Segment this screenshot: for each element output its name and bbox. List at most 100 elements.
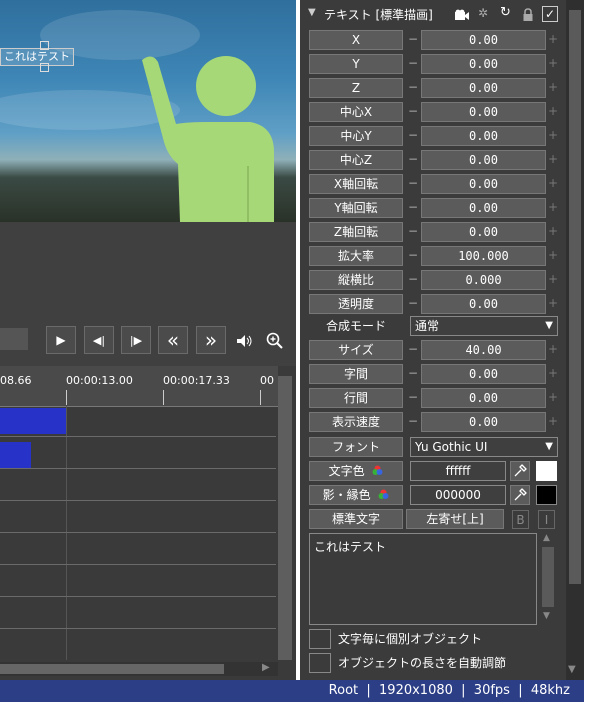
increment-icon[interactable]: + [546, 340, 560, 360]
param-label-button[interactable]: 透明度 [309, 294, 403, 314]
effect-icon[interactable]: ✲ [478, 6, 488, 20]
collapse-arrow-icon[interactable]: ▼ [308, 7, 316, 18]
text-style-button[interactable]: 標準文字 [309, 509, 403, 529]
decrement-icon[interactable]: − [407, 340, 419, 360]
param-value-field[interactable]: 0.00 [421, 102, 546, 122]
decrement-icon[interactable]: − [407, 174, 419, 194]
preview-text-overlay[interactable]: これはテスト [0, 48, 74, 66]
timeline-ruler[interactable]: 08.66 00:00:13.00 00:00:17.33 00 [0, 366, 278, 407]
increment-icon[interactable]: + [546, 126, 560, 146]
param-value-field[interactable]: 100.000 [421, 246, 546, 266]
increment-icon[interactable]: + [546, 54, 560, 74]
font-select[interactable]: Yu Gothic UI ▼ [410, 437, 558, 457]
shadow-color-input[interactable]: 000000 [410, 485, 506, 505]
scrollbar-thumb[interactable] [0, 664, 224, 674]
decrement-icon[interactable]: − [407, 30, 419, 50]
enable-checkbox[interactable]: ✓ [542, 6, 558, 22]
timeline-horizontal-scrollbar[interactable]: ▶ [0, 662, 278, 676]
decrement-icon[interactable]: − [407, 388, 419, 408]
param-label-button[interactable]: Z [309, 78, 403, 98]
param-value-field[interactable]: 0.00 [421, 78, 546, 98]
play-button[interactable]: ▶ [46, 326, 76, 354]
textarea-scrollbar[interactable]: ▲ ▼ [541, 533, 555, 625]
rewind-button[interactable]: « [158, 326, 188, 354]
resize-handle[interactable] [40, 63, 49, 72]
scrollbar-thumb[interactable] [542, 547, 554, 607]
param-label-button[interactable]: 表示速度 [309, 412, 403, 432]
param-label-button[interactable]: 行間 [309, 388, 403, 408]
volume-icon[interactable] [236, 334, 254, 348]
param-value-field[interactable]: 0.00 [421, 294, 546, 314]
scroll-right-arrow-icon[interactable]: ▶ [262, 662, 270, 673]
font-button[interactable]: フォント [309, 437, 403, 457]
shadow-color-swatch[interactable] [536, 485, 557, 505]
text-color-button[interactable]: 文字色 [309, 461, 403, 481]
param-label-button[interactable]: 中心X [309, 102, 403, 122]
per-char-object-checkbox[interactable] [309, 629, 331, 649]
param-value-field[interactable]: 0.00 [421, 412, 546, 432]
increment-icon[interactable]: + [546, 174, 560, 194]
decrement-icon[interactable]: − [407, 270, 419, 290]
param-value-field[interactable]: 0.00 [421, 198, 546, 218]
camera-icon[interactable] [454, 9, 470, 21]
increment-icon[interactable]: + [546, 246, 560, 266]
decrement-icon[interactable]: − [407, 364, 419, 384]
param-value-field[interactable]: 0.00 [421, 364, 546, 384]
increment-icon[interactable]: + [546, 30, 560, 50]
timeline-vertical-scrollbar[interactable] [278, 376, 292, 660]
increment-icon[interactable]: + [546, 102, 560, 122]
decrement-icon[interactable]: − [407, 54, 419, 74]
param-label-button[interactable]: X [309, 30, 403, 50]
param-label-button[interactable]: Y軸回転 [309, 198, 403, 218]
auto-length-checkbox[interactable] [309, 653, 331, 673]
decrement-icon[interactable]: − [407, 198, 419, 218]
panel-scrollbar-thumb[interactable] [569, 10, 581, 584]
decrement-icon[interactable]: − [407, 412, 419, 432]
increment-icon[interactable]: + [546, 270, 560, 290]
param-label-button[interactable]: 拡大率 [309, 246, 403, 266]
shadow-color-button[interactable]: 影・縁色 [309, 485, 403, 505]
resize-handle[interactable] [40, 41, 49, 50]
forward-button[interactable]: » [196, 326, 226, 354]
param-value-field[interactable]: 0.000 [421, 270, 546, 290]
timeline-clip[interactable] [0, 408, 66, 434]
eyedropper-icon[interactable] [510, 461, 530, 481]
param-value-field[interactable]: 0.00 [421, 126, 546, 146]
decrement-icon[interactable]: − [407, 222, 419, 242]
decrement-icon[interactable]: − [407, 78, 419, 98]
param-value-field[interactable]: 0.00 [421, 174, 546, 194]
param-label-button[interactable]: X軸回転 [309, 174, 403, 194]
param-label-button[interactable]: 中心Y [309, 126, 403, 146]
param-label-button[interactable]: サイズ [309, 340, 403, 360]
param-value-field[interactable]: 0.00 [421, 150, 546, 170]
decrement-icon[interactable]: − [407, 246, 419, 266]
decrement-icon[interactable]: − [407, 294, 419, 314]
bold-button[interactable]: B [512, 510, 529, 529]
increment-icon[interactable]: + [546, 78, 560, 98]
next-frame-button[interactable]: |▶ [121, 326, 151, 354]
decrement-icon[interactable]: − [407, 102, 419, 122]
text-color-swatch[interactable] [536, 461, 557, 481]
eyedropper-icon[interactable] [510, 485, 530, 505]
scroll-up-arrow-icon[interactable]: ▲ [543, 533, 550, 543]
lock-icon[interactable] [522, 8, 534, 22]
blend-mode-select[interactable]: 通常 ▼ [410, 316, 558, 336]
increment-icon[interactable]: + [546, 222, 560, 242]
decrement-icon[interactable]: − [407, 126, 419, 146]
param-value-field[interactable]: 0.00 [421, 388, 546, 408]
param-value-field[interactable]: 40.00 [421, 340, 546, 360]
param-label-button[interactable]: 字間 [309, 364, 403, 384]
increment-icon[interactable]: + [546, 364, 560, 384]
param-value-field[interactable]: 0.00 [421, 54, 546, 74]
param-value-field[interactable]: 0.00 [421, 222, 546, 242]
param-value-field[interactable]: 0.00 [421, 30, 546, 50]
italic-button[interactable]: I [538, 510, 555, 529]
scroll-down-arrow-icon[interactable]: ▼ [543, 611, 550, 621]
increment-icon[interactable]: + [546, 388, 560, 408]
param-label-button[interactable]: Y [309, 54, 403, 74]
increment-icon[interactable]: + [546, 198, 560, 218]
decrement-icon[interactable]: − [407, 150, 419, 170]
text-color-input[interactable]: ffffff [410, 461, 506, 481]
increment-icon[interactable]: + [546, 150, 560, 170]
seek-bar[interactable] [0, 328, 28, 350]
